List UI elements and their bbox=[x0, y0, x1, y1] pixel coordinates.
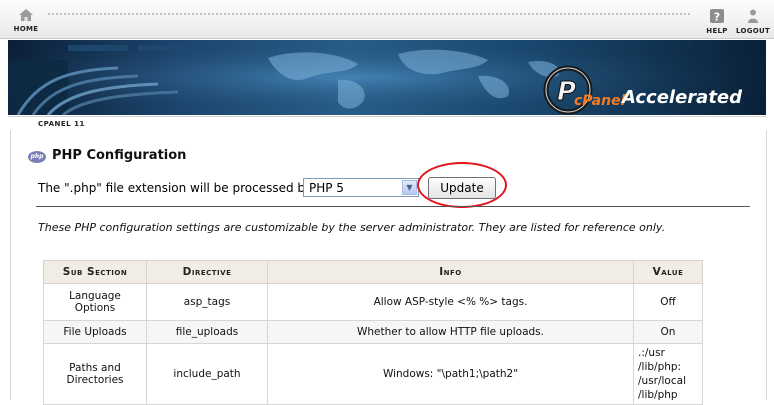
table-header-row: Sub Section Directive Info Value bbox=[43, 260, 703, 284]
home-label: HOME bbox=[13, 25, 39, 33]
table-row: Language Options asp_tags Allow ASP-styl… bbox=[43, 283, 703, 321]
col-sub-section: Sub Section bbox=[43, 260, 147, 284]
php-version-value: PHP 5 bbox=[309, 181, 344, 195]
cell-info: Whether to allow HTTP file uploads. bbox=[267, 320, 634, 344]
table-row: Paths and Directories include_path Windo… bbox=[43, 343, 703, 405]
cell-info: Windows: "\path1;\path2" bbox=[267, 343, 634, 405]
logout-link[interactable]: LOGOUT bbox=[736, 8, 770, 35]
cell-directive: asp_tags bbox=[146, 283, 268, 321]
cpanel-banner: P cPanel Accelerated bbox=[8, 40, 766, 115]
cell-sub-section: Paths and Directories bbox=[43, 343, 147, 405]
help-label: HELP bbox=[706, 27, 728, 35]
table-row: File Uploads file_uploads Whether to all… bbox=[43, 320, 703, 344]
breadcrumb: CPANEL 11 bbox=[8, 116, 766, 133]
logout-person-icon bbox=[748, 9, 758, 23]
svg-text:Accelerated: Accelerated bbox=[620, 87, 743, 108]
php-version-select[interactable]: PHP 5 ▼ bbox=[303, 178, 419, 197]
breadcrumb-label: CPANEL 11 bbox=[38, 120, 85, 128]
col-info: Info bbox=[267, 260, 634, 284]
right-border bbox=[766, 130, 767, 400]
top-bar-divider bbox=[48, 13, 690, 15]
cell-sub-section: File Uploads bbox=[43, 320, 147, 344]
help-icon: ? bbox=[710, 9, 724, 24]
divider bbox=[36, 206, 750, 207]
col-value: Value bbox=[633, 260, 703, 284]
config-note: These PHP configuration settings are cus… bbox=[38, 221, 666, 234]
cell-value: .:/usr /lib/php: /usr/local /lib/php bbox=[633, 343, 703, 405]
svg-text:cPanel: cPanel bbox=[574, 93, 626, 109]
home-icon bbox=[19, 9, 33, 21]
top-bar: HOME ? HELP LOGOUT bbox=[0, 0, 774, 39]
logout-label: LOGOUT bbox=[736, 27, 771, 35]
php-config-table: Sub Section Directive Info Value Languag… bbox=[43, 260, 703, 405]
svg-text:?: ? bbox=[714, 11, 720, 24]
page-title: PHP Configuration bbox=[52, 148, 187, 163]
chevron-down-icon[interactable]: ▼ bbox=[402, 180, 417, 195]
left-border bbox=[10, 130, 11, 400]
php-icon: php bbox=[28, 151, 46, 163]
cell-directive: include_path bbox=[146, 343, 268, 405]
highlight-circle bbox=[417, 162, 507, 208]
col-directive: Directive bbox=[146, 260, 268, 284]
home-link[interactable]: HOME bbox=[12, 8, 40, 33]
processor-label: The ".php" file extension will be proces… bbox=[38, 181, 313, 195]
cell-directive: file_uploads bbox=[146, 320, 268, 344]
cell-info: Allow ASP-style <% %> tags. bbox=[267, 283, 634, 321]
cell-sub-section: Language Options bbox=[43, 283, 147, 321]
cell-value: On bbox=[633, 320, 703, 344]
banner-artwork: P cPanel Accelerated bbox=[8, 40, 766, 115]
help-link[interactable]: ? HELP bbox=[704, 8, 730, 35]
cell-value: Off bbox=[633, 283, 703, 321]
